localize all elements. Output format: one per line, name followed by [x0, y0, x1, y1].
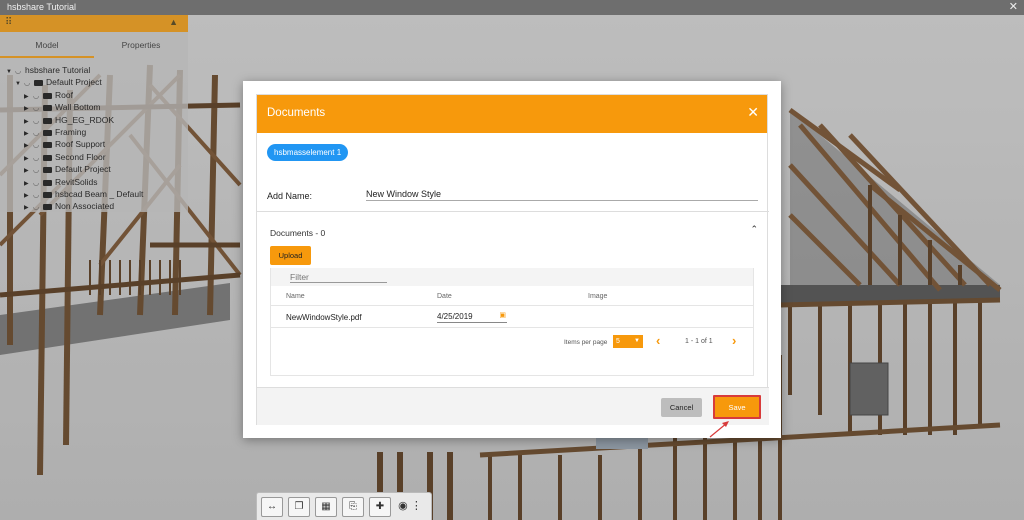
table-row[interactable]: NewWindowStyle.pdf 4/25/2019 ▣ [271, 306, 753, 328]
column-header-date[interactable]: Date [437, 293, 452, 300]
add-name-label: Add Name: [267, 191, 313, 201]
documents-table: Name Date Image NewWindowStyle.pdf 4/25/… [270, 268, 754, 376]
items-per-page-label: Items per page [564, 339, 608, 346]
dialog-title: Documents [267, 107, 326, 119]
upload-button[interactable]: Upload [270, 246, 311, 265]
documents-dialog-body: Documents ✕ hsbmasselement 1 Add Name: D… [256, 94, 769, 425]
table-header: Name Date Image [271, 286, 753, 306]
filter-input[interactable] [290, 271, 387, 283]
items-per-page-select[interactable]: 5 ▼ [613, 335, 643, 348]
more-icon[interactable]: ⋮ [411, 500, 422, 512]
document-name: NewWindowStyle.pdf [286, 313, 362, 322]
close-icon[interactable]: ✕ [1009, 0, 1018, 15]
page-range: 1 - 1 of 1 [685, 338, 713, 345]
eye-icon[interactable]: ◉ ⋮ [396, 497, 424, 517]
documents-count: Documents - 0 [270, 228, 326, 238]
filter-row [271, 268, 753, 286]
column-header-image[interactable]: Image [588, 293, 607, 300]
calendar-icon[interactable]: ▣ [499, 311, 506, 319]
documents-dialog: Documents ✕ hsbmasselement 1 Add Name: D… [243, 81, 781, 438]
save-button[interactable]: Save [713, 395, 761, 419]
element-chip[interactable]: hsbmasselement 1 [267, 144, 349, 161]
documents-section: Documents - 0 ⌃ Upload Name Date Image N… [257, 211, 769, 397]
viewer-toolbar: ↔ ❐ ▦ ⎘ ✚ ◉ ⋮ [256, 492, 432, 520]
add-file-icon[interactable]: ✚ [369, 496, 391, 517]
window-title: hsbshare Tutorial [7, 2, 77, 12]
cancel-button[interactable]: Cancel [661, 398, 702, 417]
previous-page-icon[interactable]: ‹ [656, 333, 660, 348]
paginator: Items per page 5 ▼ ‹ 1 - 1 of 1 › [271, 330, 755, 356]
next-page-icon[interactable]: › [732, 333, 736, 348]
add-name-input[interactable] [366, 187, 758, 201]
caret-down-icon: ▼ [634, 338, 640, 344]
dialog-header: Documents ✕ [257, 95, 767, 133]
chevron-up-icon[interactable]: ⌃ [750, 224, 758, 235]
close-icon[interactable]: ✕ [747, 104, 759, 121]
dialog-footer: Cancel Save [257, 387, 769, 425]
column-header-name[interactable]: Name [286, 293, 305, 300]
date-field[interactable]: 4/25/2019 ▣ [437, 312, 507, 323]
layers-icon[interactable]: ❐ [288, 496, 310, 517]
window-title-bar: hsbshare Tutorial ✕ [0, 0, 1024, 15]
add-document-icon[interactable]: ⎘ [342, 496, 364, 517]
measure-icon[interactable]: ↔ [261, 496, 283, 517]
select-area-icon[interactable]: ▦ [315, 496, 337, 517]
